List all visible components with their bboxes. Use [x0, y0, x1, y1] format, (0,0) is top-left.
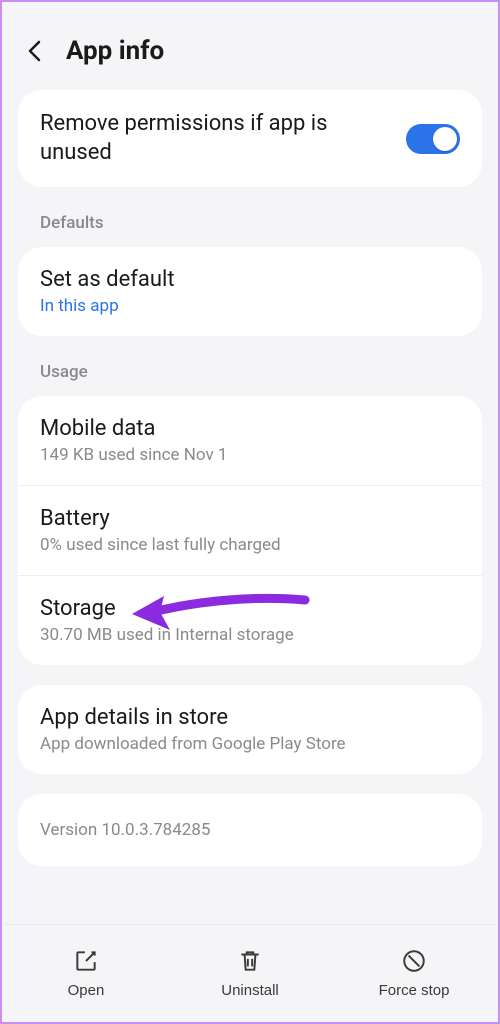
set-as-default-sub: In this app	[40, 296, 460, 316]
force-stop-label: Force stop	[379, 982, 450, 999]
permissions-card: Remove permissions if app is unused	[18, 90, 482, 187]
uninstall-button[interactable]: Uninstall	[168, 925, 332, 1022]
battery-row[interactable]: Battery 0% used since last fully charged	[18, 485, 482, 575]
defaults-card: Set as default In this app	[18, 247, 482, 336]
storage-sub: 30.70 MB used in Internal storage	[40, 625, 460, 645]
battery-title: Battery	[40, 506, 460, 531]
mobile-data-title: Mobile data	[40, 416, 460, 441]
storage-row[interactable]: Storage 30.70 MB used in Internal storag…	[18, 575, 482, 665]
mobile-data-sub: 149 KB used since Nov 1	[40, 445, 460, 465]
header: App info	[18, 18, 482, 90]
set-as-default-title: Set as default	[40, 267, 460, 292]
page-title: App info	[66, 36, 164, 66]
battery-sub: 0% used since last fully charged	[40, 535, 460, 555]
app-details-title: App details in store	[40, 705, 460, 730]
uninstall-label: Uninstall	[221, 982, 279, 999]
remove-permissions-label: Remove permissions if app is unused	[40, 110, 390, 167]
open-button[interactable]: Open	[4, 925, 168, 1022]
force-stop-button[interactable]: Force stop	[332, 925, 496, 1022]
usage-section-label: Usage	[18, 356, 482, 396]
defaults-section-label: Defaults	[18, 207, 482, 247]
bottom-bar: Open Uninstall Force stop	[4, 924, 496, 1022]
app-details-sub: App downloaded from Google Play Store	[40, 734, 460, 754]
remove-permissions-toggle[interactable]	[406, 124, 460, 154]
version-card: Version 10.0.3.784285	[18, 794, 482, 866]
storage-title: Storage	[40, 596, 460, 621]
open-icon	[73, 948, 99, 974]
set-as-default-row[interactable]: Set as default In this app	[18, 247, 482, 336]
usage-card: Mobile data 149 KB used since Nov 1 Batt…	[18, 396, 482, 665]
trash-icon	[237, 948, 263, 974]
mobile-data-row[interactable]: Mobile data 149 KB used since Nov 1	[18, 396, 482, 485]
chevron-left-icon	[27, 40, 41, 62]
force-stop-icon	[401, 948, 427, 974]
back-button[interactable]	[22, 39, 46, 63]
open-label: Open	[68, 982, 105, 999]
app-details-in-store-row[interactable]: App details in store App downloaded from…	[18, 685, 482, 774]
remove-permissions-row[interactable]: Remove permissions if app is unused	[18, 90, 482, 187]
store-card: App details in store App downloaded from…	[18, 685, 482, 774]
version-text: Version 10.0.3.784285	[40, 820, 460, 840]
